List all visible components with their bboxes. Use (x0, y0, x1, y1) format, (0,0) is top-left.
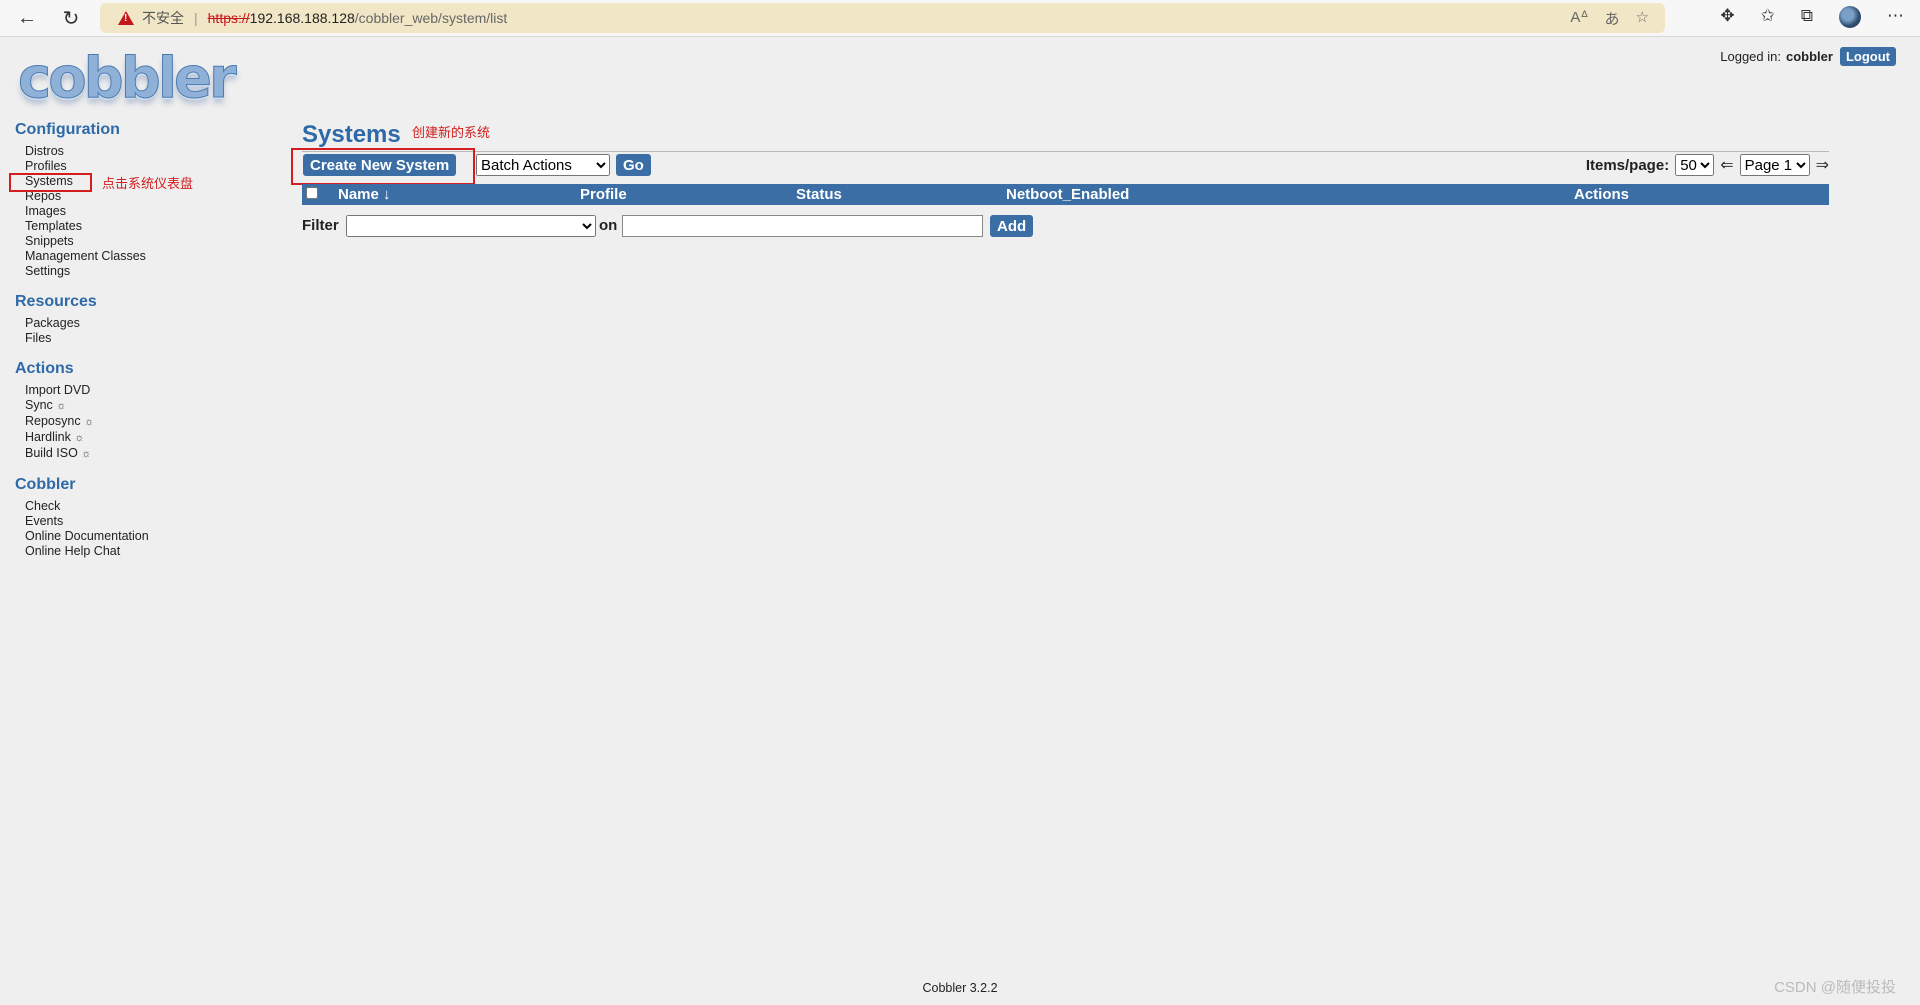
sidebar-item-distros[interactable]: Distros (25, 144, 64, 159)
login-info: Logged in: cobbler Logout (1720, 47, 1896, 66)
address-separator: | (194, 10, 198, 26)
systems-annotation: 点击系统仪表盘 (102, 176, 194, 191)
sidebar-item-online-documentation[interactable]: Online Documentation (25, 529, 149, 544)
filter-on-label: on (599, 217, 618, 234)
sidebar-item-sync[interactable]: Sync ☼ (25, 398, 66, 414)
translate-icon[interactable]: あ (1605, 8, 1620, 29)
sidebar-item-snippets[interactable]: Snippets (25, 234, 74, 249)
filter-label: Filter (302, 217, 339, 234)
sidebar-item-reposync[interactable]: Reposync ☼ (25, 414, 94, 430)
next-page-arrow-icon[interactable]: ⇒ (1816, 155, 1829, 175)
sidebar-heading-cobbler: Cobbler (15, 476, 76, 493)
gear-icon: ☼ (56, 400, 67, 412)
title-divider (302, 151, 1829, 152)
username: cobbler (1785, 49, 1833, 64)
sidebar-item-hardlink[interactable]: Hardlink ☼ (25, 430, 84, 446)
back-arrow-icon[interactable]: ← (14, 6, 40, 30)
gear-icon: ☼ (74, 432, 85, 444)
sidebar-section-actions: Actions Import DVD Sync ☼ Reposync ☼ Har… (15, 360, 235, 462)
systems-highlight-box (9, 173, 92, 192)
sidebar-item-files[interactable]: Files (25, 331, 51, 346)
add-filter-button[interactable]: Add (990, 215, 1034, 237)
gear-icon: ☼ (84, 416, 95, 428)
sidebar-item-settings[interactable]: Settings (25, 264, 70, 279)
address-bar-icons: Aᐞ あ ☆ (1570, 8, 1649, 29)
favorites-icon[interactable]: ✩ (1761, 6, 1775, 28)
sidebar-item-management-classes[interactable]: Management Classes (25, 249, 146, 264)
sidebar-item-label: Hardlink (25, 430, 71, 444)
list-toolbar: Create New System Batch Actions Go Items… (302, 154, 1829, 178)
sidebar-heading-actions: Actions (15, 360, 74, 377)
pager: Items/page: 50 ⇐ Page 1 ⇒ (1586, 154, 1829, 176)
sidebar-item-check[interactable]: Check (25, 499, 60, 514)
insecure-label: 不安全 (142, 10, 184, 26)
sidebar-section-configuration: Configuration Distros Profiles Systems R… (15, 121, 235, 279)
items-per-page-label: Items/page: (1585, 156, 1670, 174)
sidebar-heading-resources: Resources (15, 293, 97, 310)
filter-value-input[interactable] (622, 215, 983, 237)
favorite-star-icon[interactable]: ☆ (1636, 8, 1649, 29)
sidebar-heading-configuration: Configuration (15, 121, 120, 138)
column-header-netboot-enabled[interactable]: Netboot_Enabled (1006, 185, 1129, 204)
browser-toolbar: ← ↻ ! 不安全 | https:// 192.168.188.128 /co… (0, 0, 1920, 37)
sidebar-item-images[interactable]: Images (25, 204, 66, 219)
browser-tool-icons: ✥ ✩ ⧉ ⋯ (1720, 6, 1904, 28)
address-bar[interactable]: ! 不安全 | https:// 192.168.188.128 /cobble… (100, 3, 1665, 33)
select-all-checkbox[interactable] (306, 187, 318, 199)
sidebar-item-packages[interactable]: Packages (25, 316, 80, 331)
cobbler-logo[interactable]: cobbler (18, 47, 238, 110)
url-scheme: https:// (207, 10, 250, 26)
page-title: Systems (302, 121, 401, 148)
profile-avatar[interactable] (1839, 6, 1861, 28)
sidebar-section-cobbler: Cobbler Check Events Online Documentatio… (15, 476, 235, 559)
sidebar-item-online-help-chat[interactable]: Online Help Chat (25, 544, 120, 559)
prev-page-arrow-icon[interactable]: ⇐ (1720, 155, 1733, 175)
systems-table-header: Name ↓ Profile Status Netboot_Enabled Ac… (302, 184, 1829, 205)
column-header-profile[interactable]: Profile (580, 185, 627, 204)
warning-icon: ! (118, 11, 134, 25)
sidebar-item-build-iso[interactable]: Build ISO ☼ (25, 446, 91, 462)
url-host: 192.168.188.128 (249, 10, 355, 26)
column-header-status[interactable]: Status (796, 185, 842, 204)
extensions-icon[interactable]: ✥ (1720, 6, 1734, 28)
sidebar-item-import-dvd[interactable]: Import DVD (25, 383, 90, 398)
sidebar-item-label: Reposync (25, 414, 81, 428)
filter-row: Filter on Add (302, 214, 1102, 238)
sidebar-item-templates[interactable]: Templates (25, 219, 82, 234)
gear-icon: ☼ (81, 448, 92, 460)
column-header-actions: Actions (1574, 186, 1630, 203)
logout-button[interactable]: Logout (1839, 47, 1896, 66)
read-aloud-icon[interactable]: Aᐞ (1570, 8, 1588, 29)
logged-in-label: Logged in: (1720, 49, 1781, 64)
items-per-page-select[interactable]: 50 (1675, 154, 1715, 176)
collections-icon[interactable]: ⧉ (1801, 6, 1813, 28)
filter-field-select[interactable] (346, 215, 596, 237)
batch-actions-select[interactable]: Batch Actions (476, 154, 610, 176)
sidebar-section-resources: Resources Packages Files (15, 293, 235, 346)
go-button[interactable]: Go (616, 154, 651, 176)
sidebar-item-events[interactable]: Events (25, 514, 63, 529)
url-path: /cobbler_web/system/list (354, 10, 508, 26)
footer-version: Cobbler 3.2.2 (922, 981, 998, 995)
refresh-icon[interactable]: ↻ (58, 6, 84, 30)
page-select[interactable]: Page 1 (1739, 154, 1810, 176)
sidebar-item-profiles[interactable]: Profiles (25, 159, 67, 174)
create-highlight-box (291, 148, 475, 185)
column-header-name[interactable]: Name ↓ (338, 185, 391, 204)
create-annotation: 创建新的系统 (412, 125, 491, 140)
more-menu-icon[interactable]: ⋯ (1887, 6, 1904, 28)
watermark: CSDN @随便投投 (1774, 979, 1896, 996)
sidebar-item-label: Build ISO (25, 446, 78, 460)
sidebar-item-label: Sync (25, 398, 53, 412)
